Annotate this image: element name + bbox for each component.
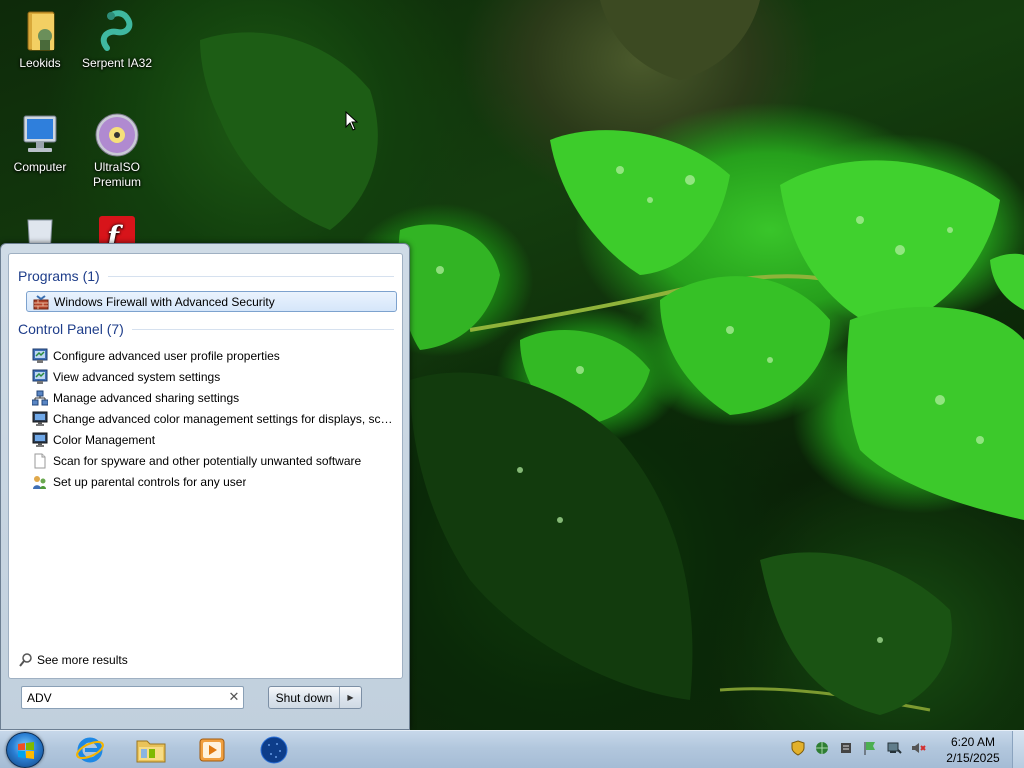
taskbar-windows-explorer[interactable] [125, 734, 177, 766]
start-menu: Programs (1) Windows Firewall with Advan… [0, 243, 410, 730]
group-header-label: Programs (1) [18, 268, 100, 284]
desktop-icon-label: UltraISO Premium [92, 160, 141, 189]
see-more-label: See more results [37, 653, 128, 667]
parental-controls-icon [32, 474, 48, 490]
network-connection-icon[interactable] [886, 740, 902, 756]
notification-area [790, 740, 926, 756]
result-configure-user-profile[interactable]: Configure advanced user profile properti… [26, 345, 397, 366]
result-scan-spyware[interactable]: Scan for spyware and other potentially u… [26, 450, 397, 471]
result-manage-sharing-settings[interactable]: Manage advanced sharing settings [26, 387, 397, 408]
taskbar-internet-explorer[interactable] [64, 734, 116, 766]
result-label: Manage advanced sharing settings [53, 390, 240, 405]
divider [107, 275, 394, 277]
action-center-flag-icon[interactable] [862, 740, 878, 756]
taskbar: 6:20 AM 2/15/2025 [0, 730, 1024, 768]
see-more-results-link[interactable]: See more results [18, 652, 128, 668]
globe-icon [260, 736, 288, 764]
windows-logo-icon [18, 742, 34, 759]
result-label: View advanced system settings [53, 369, 221, 384]
result-label: Color Management [53, 432, 156, 447]
shutdown-label: Shut down [275, 690, 333, 705]
result-label: Set up parental controls for any user [53, 474, 247, 489]
app-tray-icon[interactable] [838, 740, 854, 756]
shutdown-options-arrow-icon[interactable]: ▶ [339, 687, 361, 708]
result-windows-firewall[interactable]: Windows Firewall with Advanced Security [26, 291, 397, 312]
desktop-icon-label: Leokids [19, 56, 61, 70]
result-label: Configure advanced user profile properti… [53, 348, 280, 363]
desktop-icon-leokids[interactable]: Leokids [0, 8, 80, 71]
start-search-box[interactable]: ✕ [21, 686, 244, 709]
serpent-icon [93, 8, 141, 54]
clock-date: 2/15/2025 [946, 751, 1000, 765]
group-header-control-panel[interactable]: Control Panel (7) [18, 321, 394, 337]
monitor-icon [32, 411, 48, 427]
folder-icon [16, 8, 64, 54]
result-label: Change advanced color management setting… [53, 411, 397, 426]
taskbar-media-player[interactable] [186, 734, 238, 766]
clock-time: 6:20 AM [950, 735, 996, 749]
result-view-system-settings[interactable]: View advanced system settings [26, 366, 397, 387]
network-icon [31, 390, 49, 406]
desktop-icon-ultraiso[interactable]: UltraISO Premium [77, 112, 157, 190]
result-color-management-displays[interactable]: Change advanced color management setting… [26, 408, 397, 429]
internet-explorer-icon [76, 737, 104, 763]
network-globe-icon[interactable] [814, 740, 830, 756]
group-header-programs[interactable]: Programs (1) [18, 268, 394, 284]
computer-icon [16, 112, 64, 158]
volume-muted-icon[interactable] [910, 740, 926, 756]
desktop-icon-label: Computer [13, 160, 67, 174]
mouse-cursor-icon [345, 111, 359, 131]
result-parental-controls[interactable]: Set up parental controls for any user [26, 471, 397, 492]
firewall-icon [33, 294, 49, 310]
control-panel-icon [32, 348, 48, 364]
clear-search-icon[interactable]: ✕ [225, 690, 243, 705]
taskbar-globe-app[interactable] [248, 734, 300, 766]
magnifier-icon [18, 652, 34, 668]
start-button[interactable] [6, 732, 44, 768]
security-shield-icon[interactable] [790, 740, 806, 756]
folder-icon [136, 740, 166, 763]
desktop-icon-computer[interactable]: Computer [0, 112, 80, 175]
result-label: Windows Firewall with Advanced Security [54, 294, 275, 309]
system-clock[interactable]: 6:20 AM 2/15/2025 [938, 734, 1008, 766]
search-input[interactable] [22, 688, 225, 707]
desktop-icon-serpent[interactable]: Serpent IA32 [77, 8, 157, 71]
media-player-icon [199, 738, 225, 762]
blank-page-icon [32, 453, 48, 469]
result-label: Scan for spyware and other potentially u… [53, 453, 362, 468]
group-header-label: Control Panel (7) [18, 321, 124, 337]
shutdown-group: Shut down ▶ [268, 686, 362, 709]
search-results-panel: Programs (1) Windows Firewall with Advan… [8, 253, 403, 679]
divider [131, 328, 394, 330]
desktop-icon-label: Serpent IA32 [81, 56, 153, 70]
shutdown-button[interactable]: Shut down [269, 687, 339, 708]
control-panel-icon [32, 369, 48, 385]
monitor-icon [32, 432, 48, 448]
disc-icon [93, 112, 141, 158]
show-desktop-button[interactable] [1012, 731, 1024, 768]
result-color-management[interactable]: Color Management [26, 429, 397, 450]
